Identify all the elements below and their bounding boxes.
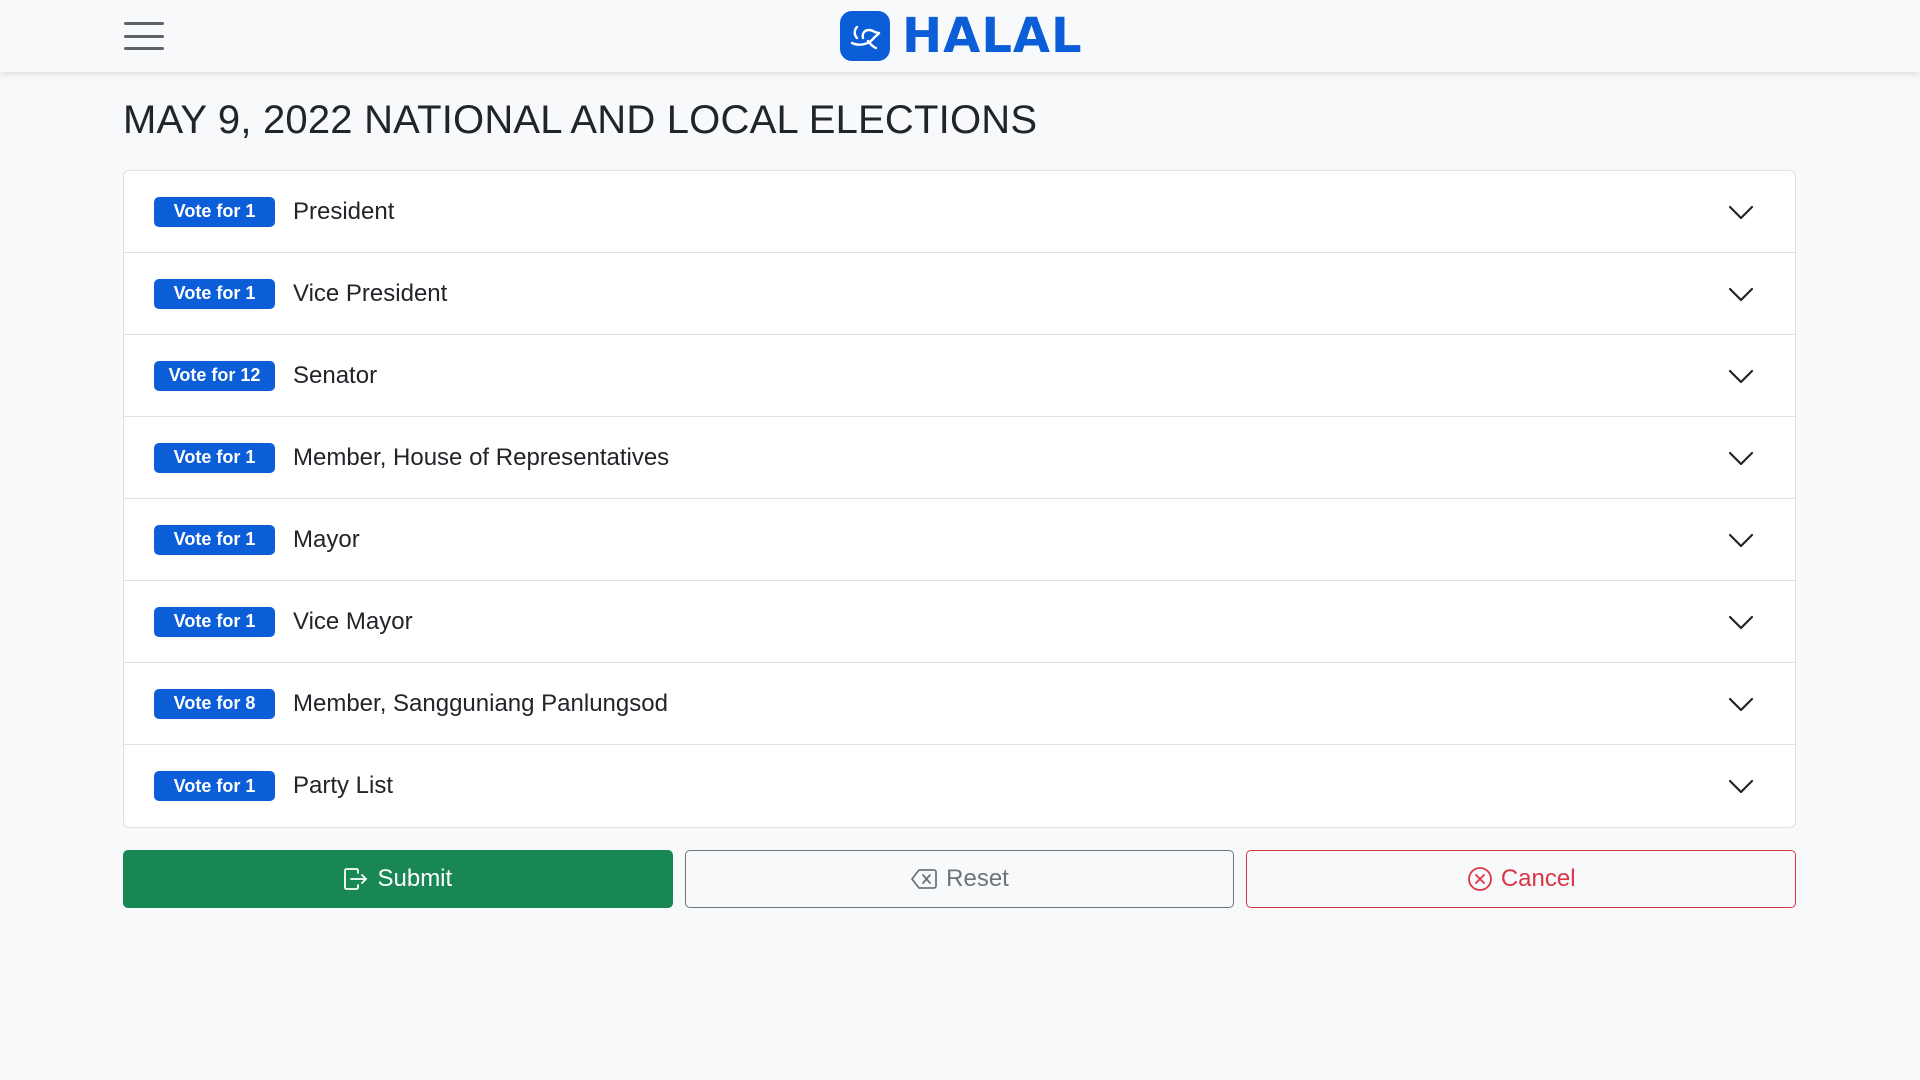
contest-label: Vice Mayor [293, 607, 413, 635]
accordion-item-sangguniang-panlungsod[interactable]: Vote for 8 Member, Sangguniang Panlungso… [124, 663, 1795, 745]
x-circle-icon [1467, 867, 1492, 891]
chevron-down-icon [1728, 615, 1754, 630]
contest-label: Vice President [293, 279, 448, 307]
chevron-down-icon [1728, 287, 1754, 302]
accordion-item-vice-president[interactable]: Vote for 1 Vice President [124, 253, 1795, 335]
chevron-down-icon [1728, 451, 1754, 466]
vote-count-badge: Vote for 1 [154, 196, 275, 227]
submit-button[interactable]: Submit [123, 850, 673, 908]
navbar: HALAL [0, 0, 1920, 72]
chevron-down-icon [1728, 533, 1754, 548]
reset-button[interactable]: Reset [684, 850, 1235, 908]
accordion-item-party-list[interactable]: Vote for 1 Party List [124, 745, 1795, 827]
hamburger-icon-line [124, 22, 164, 25]
submit-label: Submit [377, 865, 453, 892]
cancel-button[interactable]: Cancel [1246, 850, 1797, 908]
chevron-down-icon [1728, 369, 1754, 384]
brand-text: HALAL [902, 8, 1083, 64]
contest-label: President [293, 197, 395, 225]
accordion-item-senator[interactable]: Vote for 12 Senator [124, 335, 1795, 417]
contest-label: Member, House of Representatives [293, 443, 670, 471]
cancel-label: Cancel [1500, 865, 1576, 892]
accordion-item-president[interactable]: Vote for 1 President [124, 171, 1795, 253]
accordion-item-vice-mayor[interactable]: Vote for 1 Vice Mayor [124, 581, 1795, 663]
hamburger-menu-button[interactable] [122, 18, 166, 54]
chevron-down-icon [1728, 205, 1754, 220]
accordion-item-mayor[interactable]: Vote for 1 Mayor [124, 499, 1795, 581]
vote-count-badge: Vote for 1 [154, 771, 275, 801]
accordion-item-house-representatives[interactable]: Vote for 1 Member, House of Representati… [124, 417, 1795, 499]
dove-icon [840, 11, 890, 61]
contest-label: Member, Sangguniang Panlungsod [293, 689, 668, 717]
reset-label: Reset [946, 865, 1009, 892]
vote-count-badge: Vote for 1 [154, 278, 275, 309]
chevron-down-icon [1728, 779, 1754, 794]
vote-count-badge: Vote for 1 [154, 442, 275, 473]
vote-count-badge: Vote for 1 [154, 606, 275, 637]
contest-label: Party List [293, 772, 394, 799]
brand-link[interactable]: HALAL [840, 10, 1083, 62]
hamburger-icon-line [124, 34, 164, 38]
vote-count-badge: Vote for 12 [154, 360, 275, 391]
backspace-icon [911, 869, 938, 889]
contest-label: Mayor [293, 525, 360, 553]
page-title: MAY 9, 2022 NATIONAL AND LOCAL ELECTIONS [123, 98, 1038, 142]
hamburger-icon-line [124, 47, 164, 50]
vote-count-badge: Vote for 8 [154, 688, 275, 719]
vote-count-badge: Vote for 1 [154, 524, 275, 555]
contest-label: Senator [293, 361, 378, 389]
contest-accordion: Vote for 1 President Vote for 1 Vice Pre… [123, 170, 1796, 828]
box-arrow-right-icon [344, 868, 368, 890]
action-buttons: Submit Reset Cancel [123, 850, 1797, 908]
chevron-down-icon [1728, 697, 1754, 712]
